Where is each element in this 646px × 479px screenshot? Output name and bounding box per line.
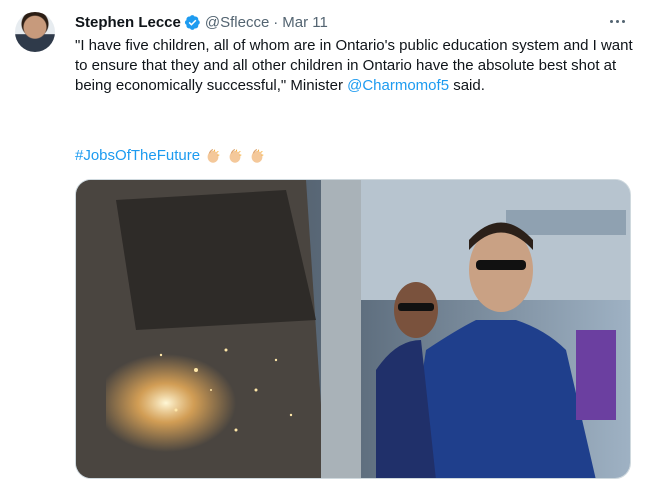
hashtag-link[interactable]: #JobsOfTheFuture: [75, 146, 200, 166]
avatar[interactable]: [15, 12, 55, 52]
welding-photo: [76, 180, 630, 478]
mention-link[interactable]: @Charmomof5: [347, 77, 449, 94]
more-options-icon[interactable]: [606, 10, 628, 32]
hashtag-row: #JobsOfTheFuture: [75, 146, 266, 166]
tweet: Stephen Lecce @Sflecce · Mar 11 "I have …: [0, 0, 646, 479]
tweet-date[interactable]: Mar 11: [282, 14, 328, 31]
clapping-hands-icon: [229, 149, 242, 163]
author-handle[interactable]: @Sflecce: [205, 14, 269, 31]
separator-dot: ·: [273, 13, 279, 31]
clapping-hands-icon: [251, 149, 264, 163]
tweet-photo[interactable]: [75, 179, 631, 479]
tweet-header: Stephen Lecce @Sflecce · Mar 11: [75, 12, 328, 32]
clapping-hands-icon: [207, 149, 220, 163]
tweet-text: "I have five children, all of whom are i…: [75, 36, 635, 96]
author-name[interactable]: Stephen Lecce: [75, 14, 181, 31]
verified-badge-icon: [184, 14, 201, 31]
body-suffix: said.: [449, 77, 485, 94]
